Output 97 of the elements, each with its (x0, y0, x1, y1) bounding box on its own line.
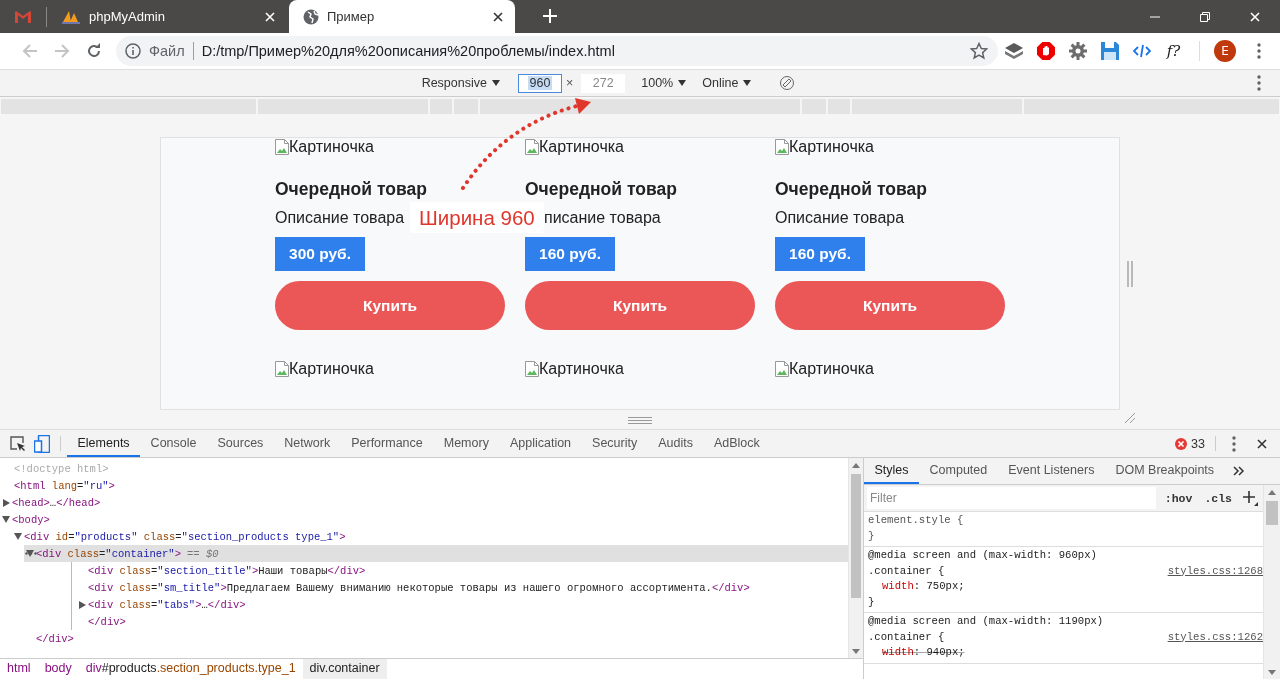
dom-node-line[interactable]: <body> (12, 513, 50, 526)
close-icon[interactable] (493, 11, 503, 22)
star-icon[interactable] (969, 42, 988, 60)
devtools-tab[interactable]: Elements (67, 430, 141, 457)
selected-node-hint: == $0 (187, 547, 219, 560)
profile-avatar[interactable]: E (1214, 40, 1236, 62)
price-tag: 160 руб. (525, 237, 615, 271)
broken-image: Картиночка (775, 138, 874, 157)
dom-node-line[interactable]: <div class="sm_title">Предлагаем Вашему вниманию некоторые товары из нашего огромного ассортимента.</div> (88, 581, 750, 594)
collapsed-arrow-icon[interactable] (76, 600, 88, 609)
scrollbar[interactable] (848, 458, 863, 658)
dom-node-line[interactable]: <div class="container"> (36, 547, 181, 560)
caret-icon (678, 80, 687, 86)
error-icon (1175, 437, 1188, 450)
resize-corner-icon[interactable] (1124, 412, 1136, 424)
devtools-tab[interactable]: Performance (340, 430, 434, 457)
closing-brace: } (868, 594, 876, 610)
broken-image: Картиночка (525, 359, 624, 379)
broken-image-icon (775, 361, 789, 377)
hover-toggle[interactable]: :hov (1161, 491, 1196, 505)
devtools-tab[interactable]: AdBlock (703, 430, 771, 457)
resize-handle-icon[interactable] (1127, 261, 1133, 287)
browser-tab[interactable]: Пример (289, 0, 515, 33)
price-tag: 160 руб. (775, 237, 865, 271)
product-title: Очередной товар (525, 179, 677, 199)
devtools-tab[interactable]: Memory (433, 430, 500, 457)
extension-icon[interactable]: f? (1157, 42, 1190, 60)
devtools-tab[interactable]: Security (581, 430, 648, 457)
scroll-thumb[interactable] (1266, 501, 1278, 525)
devtools-tab[interactable]: Audits (647, 430, 704, 457)
product-title: Очередной товар (275, 179, 427, 199)
sidebar-tab[interactable]: DOM Breakpoints (1104, 458, 1225, 484)
scroll-thumb[interactable] (851, 474, 861, 598)
dom-node-line[interactable]: <html lang="ru"> (14, 479, 115, 492)
breadcrumb[interactable]: div#products.section_products.type_1 (78, 659, 303, 679)
resize-handle-icon[interactable] (628, 417, 652, 424)
product-description: Описание товара (275, 208, 405, 228)
rotate-icon[interactable] (779, 75, 796, 91)
product-description: Описание товара (775, 208, 905, 228)
error-counter[interactable]: 33 (1171, 430, 1209, 457)
broken-image: Картиночка (275, 359, 374, 379)
info-icon[interactable] (125, 43, 141, 59)
css-selector: element.style { (868, 513, 964, 528)
throttling-dropdown[interactable]: Online (700, 74, 754, 92)
devtools-tab[interactable]: Network (273, 430, 341, 457)
broken-image-icon (275, 361, 289, 377)
zoom-dropdown[interactable]: 100% (639, 74, 689, 92)
globe-icon (303, 8, 319, 25)
add-rule-icon[interactable] (1241, 490, 1259, 506)
product-description: писание товара (544, 208, 661, 228)
source-link[interactable]: styles.css:1262 (1167, 629, 1263, 645)
dom-node-line[interactable]: </div> (88, 615, 126, 628)
css-selector: .container { (868, 629, 945, 645)
css-selector: .container { (868, 563, 945, 579)
caret-icon (743, 80, 752, 86)
dom-node-line[interactable]: </div> (36, 632, 74, 645)
scrollbar[interactable] (1263, 485, 1280, 679)
height-field[interactable]: 272 (581, 73, 626, 93)
closing-brace: } (868, 528, 876, 544)
address-bar[interactable]: Файл D:/tmp/Пример%20для%20описания%20проблемы/index.html (116, 36, 998, 66)
expanded-arrow-icon[interactable] (12, 533, 24, 540)
breadcrumb[interactable]: html (0, 659, 38, 679)
width-field[interactable]: 960 (517, 73, 562, 93)
caret-icon (491, 80, 500, 86)
media-query: @media screen and (max-width: 960px) (868, 548, 1098, 563)
annotation-label: Ширина 960 (410, 202, 544, 233)
collapsed-arrow-icon[interactable] (0, 498, 12, 507)
envelope-icon (15, 10, 31, 23)
broken-image: Картиночка (775, 359, 874, 379)
filter-field[interactable]: Filter (867, 487, 1156, 509)
price-tag: 300 руб. (275, 237, 365, 271)
devtools-tab[interactable]: Application (499, 430, 582, 457)
broken-image-icon (525, 361, 539, 377)
breadcrumb[interactable]: div.container (302, 659, 387, 679)
broken-image: Картиночка (275, 138, 374, 157)
dom-node-line[interactable]: <div class="tabs">…</div> (88, 598, 246, 611)
device-dropdown[interactable]: Responsive (419, 74, 502, 92)
dom-node-line[interactable]: <div class="section_title">Наши товары</div> (88, 564, 366, 577)
browser-tab[interactable]: phpMyAdmin (47, 0, 287, 33)
product-title: Очередной товар (775, 179, 927, 199)
css-property[interactable]: width: 940px; (868, 645, 1263, 661)
source-link[interactable]: styles.css:1268 (1167, 563, 1263, 579)
broken-image: Картиночка (525, 138, 624, 157)
new-tab-icon[interactable] (543, 9, 557, 23)
dom-node-line[interactable]: <head>…</head> (12, 496, 101, 509)
sidebar-tab[interactable]: Event Listeners (997, 458, 1105, 484)
dom-node-line[interactable]: <div id="products" class="section_products type_1"> (24, 530, 346, 543)
devtools-tab[interactable]: Sources (207, 430, 274, 457)
media-query-bar[interactable] (480, 99, 800, 114)
times-sign: × (565, 76, 574, 90)
expanded-arrow-icon[interactable] (0, 516, 12, 523)
sidebar-tab[interactable]: Computed (919, 458, 998, 484)
css-property[interactable]: width: 750px; (868, 579, 1263, 595)
devtools-tab[interactable]: Console (140, 430, 207, 457)
breadcrumb[interactable]: body (37, 659, 79, 679)
class-toggle[interactable]: .cls (1201, 491, 1235, 505)
media-query: @media screen and (max-width: 1190px) (868, 614, 1105, 629)
